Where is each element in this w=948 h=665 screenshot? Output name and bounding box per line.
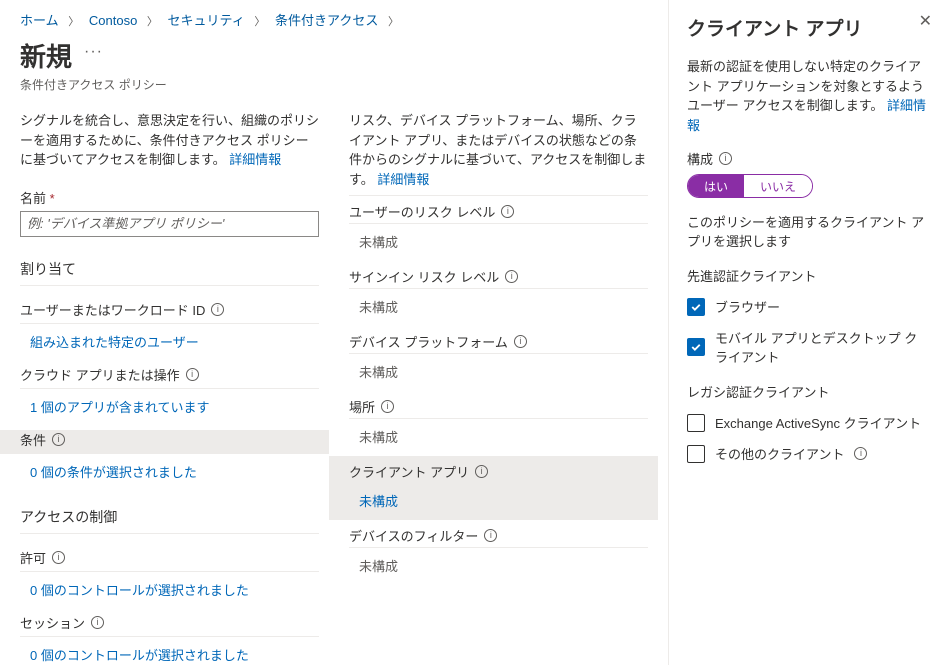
location-value: 未構成 <box>349 427 648 446</box>
signin-risk-row[interactable]: サインイン リスク レベル i <box>349 267 648 289</box>
breadcrumb: ホーム 〉 Contoso 〉 セキュリティ 〉 条件付きアクセス 〉 <box>20 10 648 29</box>
page-title: 新規 <box>20 37 72 74</box>
chevron-right-icon: 〉 <box>248 16 271 28</box>
info-icon[interactable]: i <box>186 368 199 381</box>
info-icon[interactable]: i <box>475 465 488 478</box>
checkbox-icon <box>687 338 705 356</box>
chevron-right-icon: 〉 <box>62 16 85 28</box>
checkbox-other-clients[interactable]: その他のクライアント i <box>687 444 930 463</box>
checkbox-icon <box>687 445 705 463</box>
signin-risk-value: 未構成 <box>349 297 648 316</box>
grant-row[interactable]: 許可 i <box>20 548 319 572</box>
device-filter-value: 未構成 <box>349 556 648 575</box>
info-icon[interactable]: i <box>484 529 497 542</box>
users-workloads-value[interactable]: 組み込まれた特定のユーザー <box>20 332 319 351</box>
device-platform-row[interactable]: デバイス プラットフォーム i <box>349 332 648 354</box>
info-icon[interactable]: i <box>501 205 514 218</box>
conditions-value[interactable]: 0 個の条件が選択されました <box>20 462 319 481</box>
checkbox-exchange-activesync[interactable]: Exchange ActiveSync クライアント <box>687 413 930 432</box>
breadcrumb-conditional-access[interactable]: 条件付きアクセス <box>275 13 378 28</box>
session-row[interactable]: セッション i <box>20 613 319 637</box>
info-icon[interactable]: i <box>514 335 527 348</box>
select-apps-text: このポリシーを適用するクライアント アプリを選択します <box>687 212 930 250</box>
user-risk-value: 未構成 <box>349 232 648 251</box>
cloud-apps-row[interactable]: クラウド アプリまたは操作 i <box>20 365 319 389</box>
grant-value[interactable]: 0 個のコントロールが選択されました <box>20 580 319 599</box>
checkbox-label: ブラウザー <box>715 297 780 316</box>
checkbox-icon <box>687 298 705 316</box>
checkbox-label: その他のクライアント <box>715 444 844 463</box>
conditions-description: リスク、デバイス プラットフォーム、場所、クライアント アプリ、またはデバイスの… <box>349 111 648 189</box>
device-filter-row[interactable]: デバイスのフィルター i <box>349 526 648 548</box>
breadcrumb-security[interactable]: セキュリティ <box>168 13 245 28</box>
location-row[interactable]: 場所 i <box>349 397 648 419</box>
info-icon[interactable]: i <box>381 400 394 413</box>
chevron-right-icon: 〉 <box>141 16 164 28</box>
assignments-header: 割り当て <box>20 259 319 286</box>
name-input[interactable] <box>20 211 319 237</box>
checkbox-browser[interactable]: ブラウザー <box>687 297 930 316</box>
checkbox-icon <box>687 414 705 432</box>
info-icon[interactable]: i <box>719 152 732 165</box>
legacy-auth-header: レガシ認証クライアント <box>687 382 930 401</box>
checkbox-label: Exchange ActiveSync クライアント <box>715 413 921 432</box>
page-subtitle: 条件付きアクセス ポリシー <box>20 76 648 93</box>
info-icon[interactable]: i <box>52 433 65 446</box>
info-icon[interactable]: i <box>854 447 867 460</box>
breadcrumb-home[interactable]: ホーム <box>20 13 59 28</box>
client-apps-value[interactable]: 未構成 <box>349 491 648 510</box>
checkbox-mobile-desktop[interactable]: モバイル アプリとデスクトップ クライアント <box>687 328 930 366</box>
cloud-apps-value[interactable]: 1 個のアプリが含まれています <box>20 397 319 416</box>
configure-label: 構成 i <box>687 149 930 168</box>
info-icon[interactable]: i <box>211 303 224 316</box>
users-workloads-row[interactable]: ユーザーまたはワークロード ID i <box>20 300 319 324</box>
info-icon[interactable]: i <box>91 616 104 629</box>
more-info-link[interactable]: 詳細情報 <box>229 152 281 167</box>
name-label: 名前 <box>20 188 319 207</box>
info-icon[interactable]: i <box>52 551 65 564</box>
access-controls-header: アクセスの制御 <box>20 507 319 534</box>
configure-toggle[interactable]: はい いいえ <box>687 174 813 198</box>
close-icon[interactable]: ✕ <box>919 14 932 30</box>
conditions-row[interactable]: 条件 i <box>0 430 329 454</box>
toggle-yes[interactable]: はい <box>688 175 744 197</box>
toggle-no[interactable]: いいえ <box>744 175 812 197</box>
panel-title: クライアント アプリ <box>687 14 930 41</box>
modern-auth-header: 先進認証クライアント <box>687 266 930 285</box>
signals-description: シグナルを統合し、意思決定を行い、組織のポリシーを適用するために、条件付きアクセ… <box>20 111 319 170</box>
info-icon[interactable]: i <box>505 270 518 283</box>
breadcrumb-contoso[interactable]: Contoso <box>89 13 137 28</box>
device-platform-value: 未構成 <box>349 362 648 381</box>
panel-description: 最新の認証を使用しない特定のクライアント アプリケーションを対象とするようユーザ… <box>687 57 930 135</box>
chevron-right-icon: 〉 <box>382 16 405 28</box>
checkbox-label: モバイル アプリとデスクトップ クライアント <box>715 328 930 366</box>
more-actions-button[interactable]: ··· <box>84 43 103 61</box>
session-value[interactable]: 0 個のコントロールが選択されました <box>20 645 319 664</box>
user-risk-row[interactable]: ユーザーのリスク レベル i <box>349 202 648 224</box>
client-apps-row[interactable]: クライアント アプリ i <box>349 462 648 483</box>
more-info-link[interactable]: 詳細情報 <box>377 172 429 187</box>
